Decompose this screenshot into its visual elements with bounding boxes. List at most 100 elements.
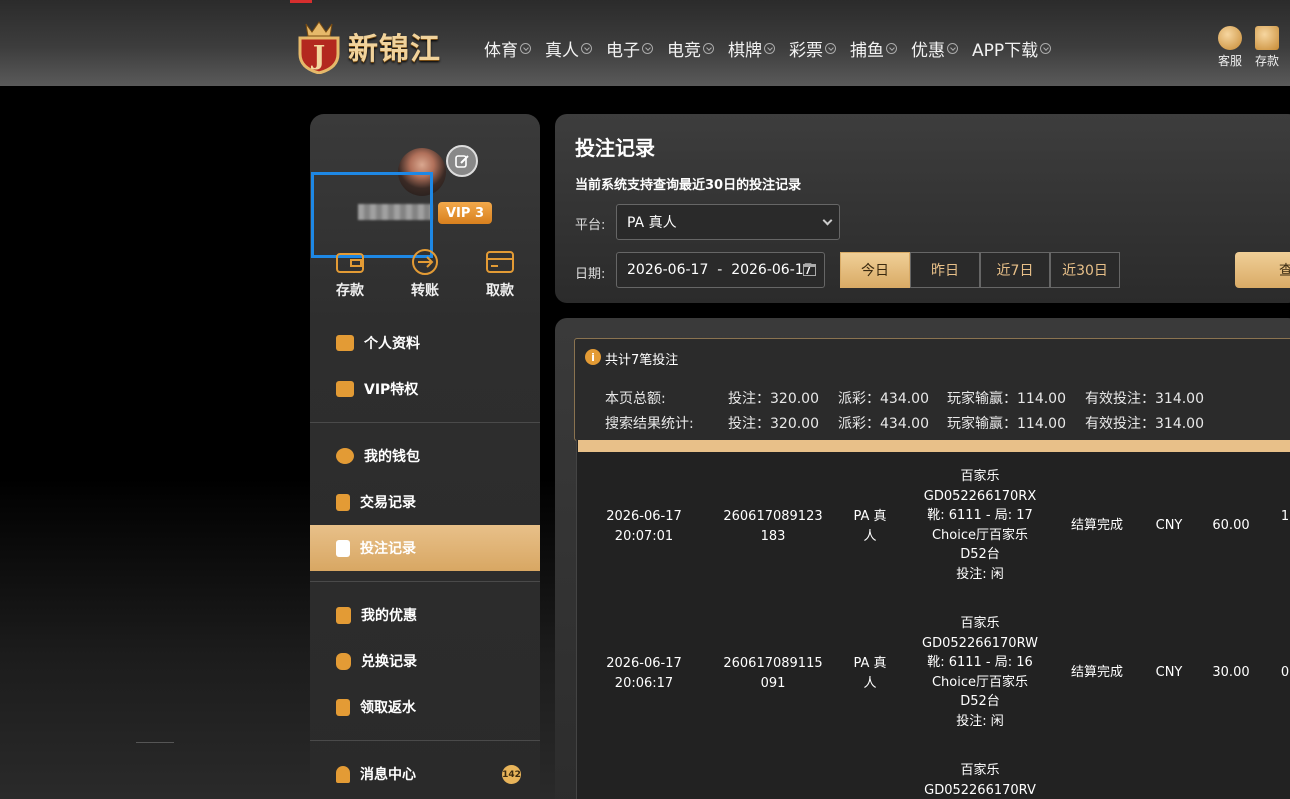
bet-record-icon	[336, 539, 350, 557]
quick-deposit-button[interactable]: 存款	[320, 248, 380, 300]
summary-winloss: 玩家输赢：114.00	[947, 391, 1066, 407]
summary-valid-bet: 有效投注：314.00	[1085, 416, 1204, 432]
main-nav: 体育 真人 电子 电竞 棋牌 彩票 捕鱼 优惠 APP下载	[484, 36, 1065, 61]
nav-lottery[interactable]: 彩票	[789, 36, 836, 61]
site-logo[interactable]: J 新锦江	[294, 18, 441, 74]
money-bag-icon	[336, 652, 351, 670]
vip-level-badge: VIP 3	[438, 202, 492, 224]
document-icon	[336, 493, 350, 511]
record-order-number: 260617089123 183	[723, 509, 823, 544]
top-header: J 新锦江 体育 真人 电子 电竞 棋牌 彩票 捕鱼 优惠 APP下载 客服 存…	[0, 0, 1290, 86]
range-today-button[interactable]: 今日	[840, 252, 910, 288]
record-amount: 60.00	[1212, 518, 1250, 533]
chevron-down-icon	[581, 42, 592, 54]
record-detail: 百家乐 GD052266170RW 靴: 6111 - 局: 16 Choice厅百…	[922, 616, 1038, 729]
chevron-down-icon	[703, 42, 714, 54]
quick-withdraw-button[interactable]: 取款	[470, 248, 530, 300]
quick-transfer-button[interactable]: 转账	[395, 248, 455, 300]
platform-select[interactable]: PA 真人	[616, 204, 840, 240]
summary-label: 本页总额:	[605, 391, 666, 407]
calendar-icon	[803, 264, 816, 276]
transfer-icon	[412, 249, 438, 275]
date-label: 日期:	[575, 267, 606, 282]
id-card-icon	[336, 335, 354, 351]
summary-bet: 投注：320.00	[728, 391, 819, 407]
nav-slots[interactable]: 电子	[606, 36, 653, 61]
sidebar-divider	[310, 581, 540, 582]
record-order-number: 260617089115 091	[723, 656, 823, 691]
record-time: 2026-06-17 20:07:01	[606, 509, 682, 544]
svg-text:J: J	[311, 41, 325, 71]
platform-label: 平台:	[575, 218, 606, 233]
sidebar-item-bet-records[interactable]: 投注记录	[310, 525, 540, 571]
nav-cards[interactable]: 棋牌	[728, 36, 775, 61]
sidebar-item-vip[interactable]: VIP特权	[310, 366, 540, 412]
page-title: 投注记录	[575, 136, 655, 160]
record-currency: CNY	[1155, 518, 1183, 533]
sidebar-item-wallet[interactable]: 我的钱包	[310, 433, 540, 479]
chevron-down-icon	[642, 42, 653, 54]
record-detail: 百家乐 GD052266170RX 靴: 6111 - 局: 17 Choice厅百…	[923, 469, 1037, 582]
sidebar-divider	[310, 740, 540, 741]
chat-bubble-icon	[1218, 26, 1242, 50]
record-platform: PA 真人	[853, 656, 887, 691]
record-detail: 百家乐 GD052266170RV	[924, 763, 1036, 798]
card-icon	[486, 251, 514, 273]
gift-icon	[336, 606, 351, 624]
summary-winloss: 玩家输赢：114.00	[947, 416, 1066, 432]
record-extra: 1	[1280, 509, 1290, 524]
sidebar-item-profile[interactable]: 个人资料	[310, 320, 540, 366]
nav-fishing[interactable]: 捕鱼	[850, 36, 897, 61]
record-status: 结算完成	[1070, 518, 1123, 533]
chevron-down-icon	[520, 42, 531, 54]
wallet-icon	[336, 253, 364, 273]
info-icon: i	[585, 349, 601, 365]
bell-icon	[336, 765, 350, 783]
summary-payout: 派彩：434.00	[838, 416, 929, 432]
query-button[interactable]: 查	[1235, 252, 1290, 288]
record-currency: CNY	[1155, 665, 1183, 680]
crown-shield-logo-icon: J	[298, 21, 340, 74]
sidebar-item-promotions[interactable]: 我的优惠	[310, 592, 540, 638]
nav-app-download[interactable]: APP下载	[972, 36, 1052, 61]
nav-live-casino[interactable]: 真人	[545, 36, 592, 61]
record-status: 结算完成	[1070, 665, 1123, 680]
nav-sports[interactable]: 体育	[484, 36, 531, 61]
rebate-icon	[336, 698, 350, 716]
summary-valid-bet: 有效投注：314.00	[1085, 391, 1204, 407]
nav-promotions[interactable]: 优惠	[911, 36, 958, 61]
table-header-bar	[578, 440, 1290, 452]
chevron-down-icon	[825, 42, 836, 54]
chevron-down-icon	[764, 42, 775, 54]
piggy-bank-icon	[336, 448, 354, 464]
chevron-down-icon	[947, 42, 958, 54]
record-extra: 0	[1280, 665, 1290, 680]
summary-bet: 投注：320.00	[728, 416, 819, 432]
summary-label: 搜索结果统计:	[605, 416, 694, 432]
vip-card-icon	[336, 381, 354, 397]
record-time: 2026-06-17 20:06:17	[606, 656, 682, 691]
customer-service-button[interactable]: 客服	[1218, 26, 1242, 69]
summary-title: 共计7笔投注	[605, 353, 679, 368]
range-7days-button[interactable]: 近7日	[980, 252, 1050, 288]
record-amount: 30.00	[1212, 665, 1250, 680]
sidebar-item-redeem-history[interactable]: 兑换记录	[310, 638, 540, 684]
sidebar-divider	[310, 422, 540, 423]
header-deposit-button[interactable]: 存款	[1255, 26, 1279, 69]
sidebar-item-transactions[interactable]: 交易记录	[310, 479, 540, 525]
chevron-down-icon	[886, 42, 897, 54]
range-yesterday-button[interactable]: 昨日	[910, 252, 980, 288]
top-accent-bar	[290, 0, 312, 3]
chevron-down-icon	[1040, 42, 1052, 54]
chevron-down-icon	[822, 215, 833, 226]
nav-esports[interactable]: 电竞	[667, 36, 714, 61]
edit-pencil-icon	[455, 155, 469, 168]
wallet-icon	[1255, 26, 1279, 50]
date-range-input[interactable]: 2026-06-17 - 2026-06-17	[616, 252, 825, 288]
sidebar-item-rebate[interactable]: 领取返水	[310, 684, 540, 730]
range-30days-button[interactable]: 近30日	[1050, 252, 1120, 288]
message-count-badge: 142	[502, 765, 521, 784]
page-subtitle: 当前系统支持查询最近30日的投注记录	[575, 178, 802, 193]
record-platform: PA 真人	[853, 509, 887, 544]
edit-profile-button[interactable]	[446, 145, 478, 177]
